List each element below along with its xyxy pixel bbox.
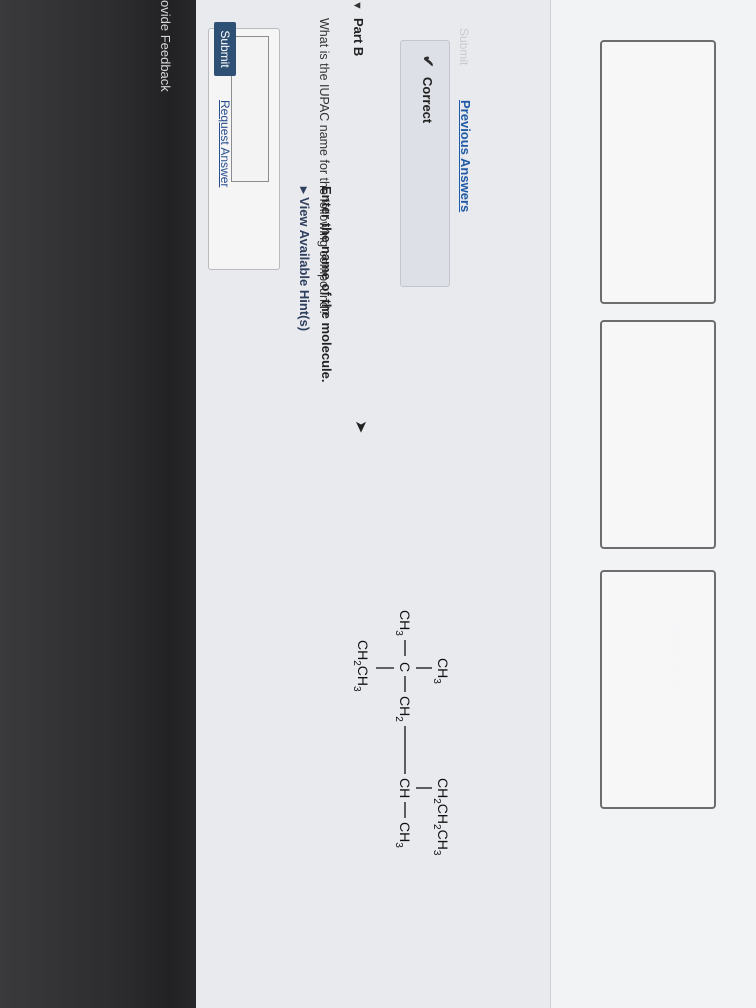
answer-slot-3[interactable] <box>600 570 716 809</box>
answer-slot-1[interactable] <box>600 40 716 304</box>
collapse-caret-icon[interactable]: ▼ <box>351 0 363 11</box>
provide-feedback-link[interactable]: ovide Feedback <box>158 0 173 92</box>
view-hints-link[interactable]: ▸ View Available Hint(s) <box>296 187 312 331</box>
photo-background: MacBook Pro Submit Previous Answers ✔ Co… <box>0 0 756 1008</box>
request-answer-link[interactable]: Request Answer <box>218 100 232 187</box>
mol-top-ch3: CH3 <box>431 658 451 684</box>
view-hints-label[interactable]: View Available Hint(s) <box>297 197 312 331</box>
molecule-structure: CH3 CH2CH2CH3 CH3 C CH2 CH CH3 CH2CH3 <box>351 610 451 856</box>
instruction-text: Enter the name of the molecule. <box>319 186 334 383</box>
answer-input[interactable] <box>231 36 269 182</box>
answer-slot-2[interactable] <box>600 320 716 549</box>
part-b-title: Part B <box>351 18 366 57</box>
mastering-chemistry-page: MacBook Pro Submit Previous Answers ✔ Co… <box>158 0 756 1008</box>
mol-main-ch: CH <box>397 778 413 798</box>
mol-top-propyl: CH2CH2CH3 <box>431 778 451 856</box>
mol-end-ch3: CH3 <box>393 822 413 848</box>
blurred-submit-button: Submit <box>457 28 471 66</box>
macbook-watermark: MacBook Pro <box>668 617 684 702</box>
mol-main-ch3: CH3 <box>393 610 413 636</box>
previous-answers-link[interactable]: Previous Answers <box>458 100 473 212</box>
correct-feedback-box: ✔ Correct <box>400 40 450 287</box>
checkmark-icon: ✔ <box>419 55 436 68</box>
mouse-cursor-icon: ➤ <box>352 420 369 434</box>
mol-bottom-ethyl: CH2CH3 <box>351 640 371 692</box>
correct-label: Correct <box>420 77 435 124</box>
mol-main-ch2: CH2 <box>393 696 413 722</box>
submit-button[interactable]: Submit <box>214 22 236 76</box>
top-panel: MacBook Pro <box>550 0 756 1008</box>
mol-quaternary-c: C <box>397 662 413 672</box>
